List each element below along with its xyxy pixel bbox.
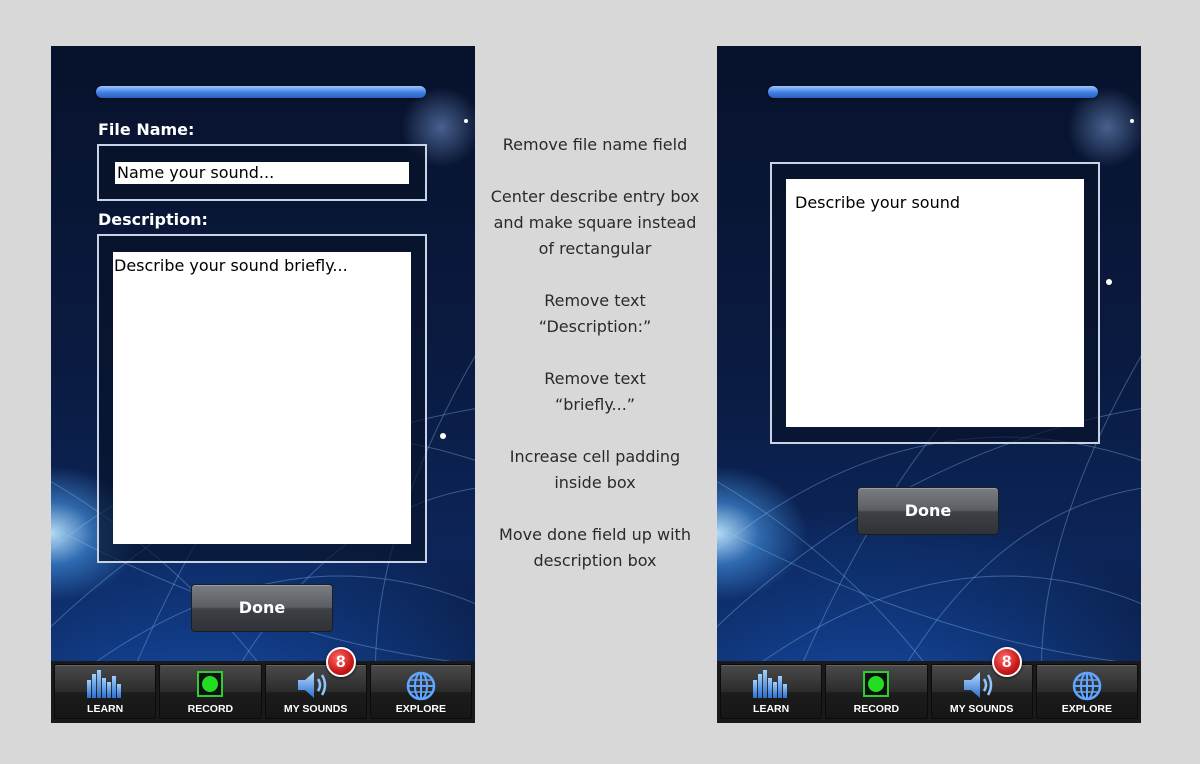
header-bar [96,86,426,98]
tab-label-record: RECORD [187,703,234,715]
tab-label-record: RECORD [853,703,900,715]
note-remove-briefly-text: Remove text “briefly...” [544,369,646,414]
equalizer-icon [753,670,788,698]
globe-icon [1072,671,1102,701]
tab-explore[interactable]: EXPLORE [1035,664,1138,719]
tab-bar: LEARN RECORD 8 MY SOUNDS EXPLORE [51,647,475,723]
revision-notes: Remove file name field Center describe e… [484,132,706,600]
tab-label-learn: LEARN [87,703,124,715]
tab-record[interactable]: RECORD [159,664,262,719]
description-label: Description: [98,210,208,229]
tab-label-my-sounds: MY SOUNDS [949,703,1014,715]
tab-label-explore: EXPLORE [1061,703,1112,715]
note-increase-padding: Increase cell padding inside box [509,447,681,492]
phone-screen-before: File Name: Name your sound... Descriptio… [51,46,475,723]
file-name-label: File Name: [98,120,195,139]
tab-bar: LEARN RECORD 8 MY SOUNDS EXPLORE [717,647,1141,723]
header-bar [768,86,1098,98]
tab-my-sounds[interactable]: 8 MY SOUNDS [264,647,367,719]
notification-badge: 8 [991,647,1022,677]
tab-label-learn: LEARN [753,703,790,715]
tab-label-my-sounds: MY SOUNDS [283,703,348,715]
description-input[interactable]: Describe your sound briefly... [113,252,411,544]
phone-screen-after: Describe your sound Done LEARN RECORD 8 … [717,46,1141,723]
note-center-describe-box: Center describe entry box and make squar… [490,187,700,258]
description-input[interactable]: Describe your sound [786,179,1084,427]
equalizer-icon [87,670,122,698]
tab-learn[interactable]: LEARN [720,664,823,719]
done-button[interactable]: Done [857,487,999,535]
note-remove-description-text: Remove text “Description:” [538,291,652,336]
speaker-icon [297,672,326,698]
tab-my-sounds[interactable]: 8 MY SOUNDS [930,647,1033,719]
note-remove-file-name: Remove file name field [502,135,688,154]
record-icon [863,671,890,697]
note-move-done-up: Move done field up with description box [499,525,691,570]
tab-record[interactable]: RECORD [825,664,928,719]
tab-learn[interactable]: LEARN [54,664,157,719]
file-name-input[interactable]: Name your sound... [115,162,409,184]
speaker-icon [963,672,992,698]
notification-badge: 8 [325,647,356,677]
tab-label-explore: EXPLORE [395,703,446,715]
done-button[interactable]: Done [191,584,333,632]
globe-icon [406,671,436,701]
tab-explore[interactable]: EXPLORE [369,664,472,719]
record-icon [197,671,224,697]
